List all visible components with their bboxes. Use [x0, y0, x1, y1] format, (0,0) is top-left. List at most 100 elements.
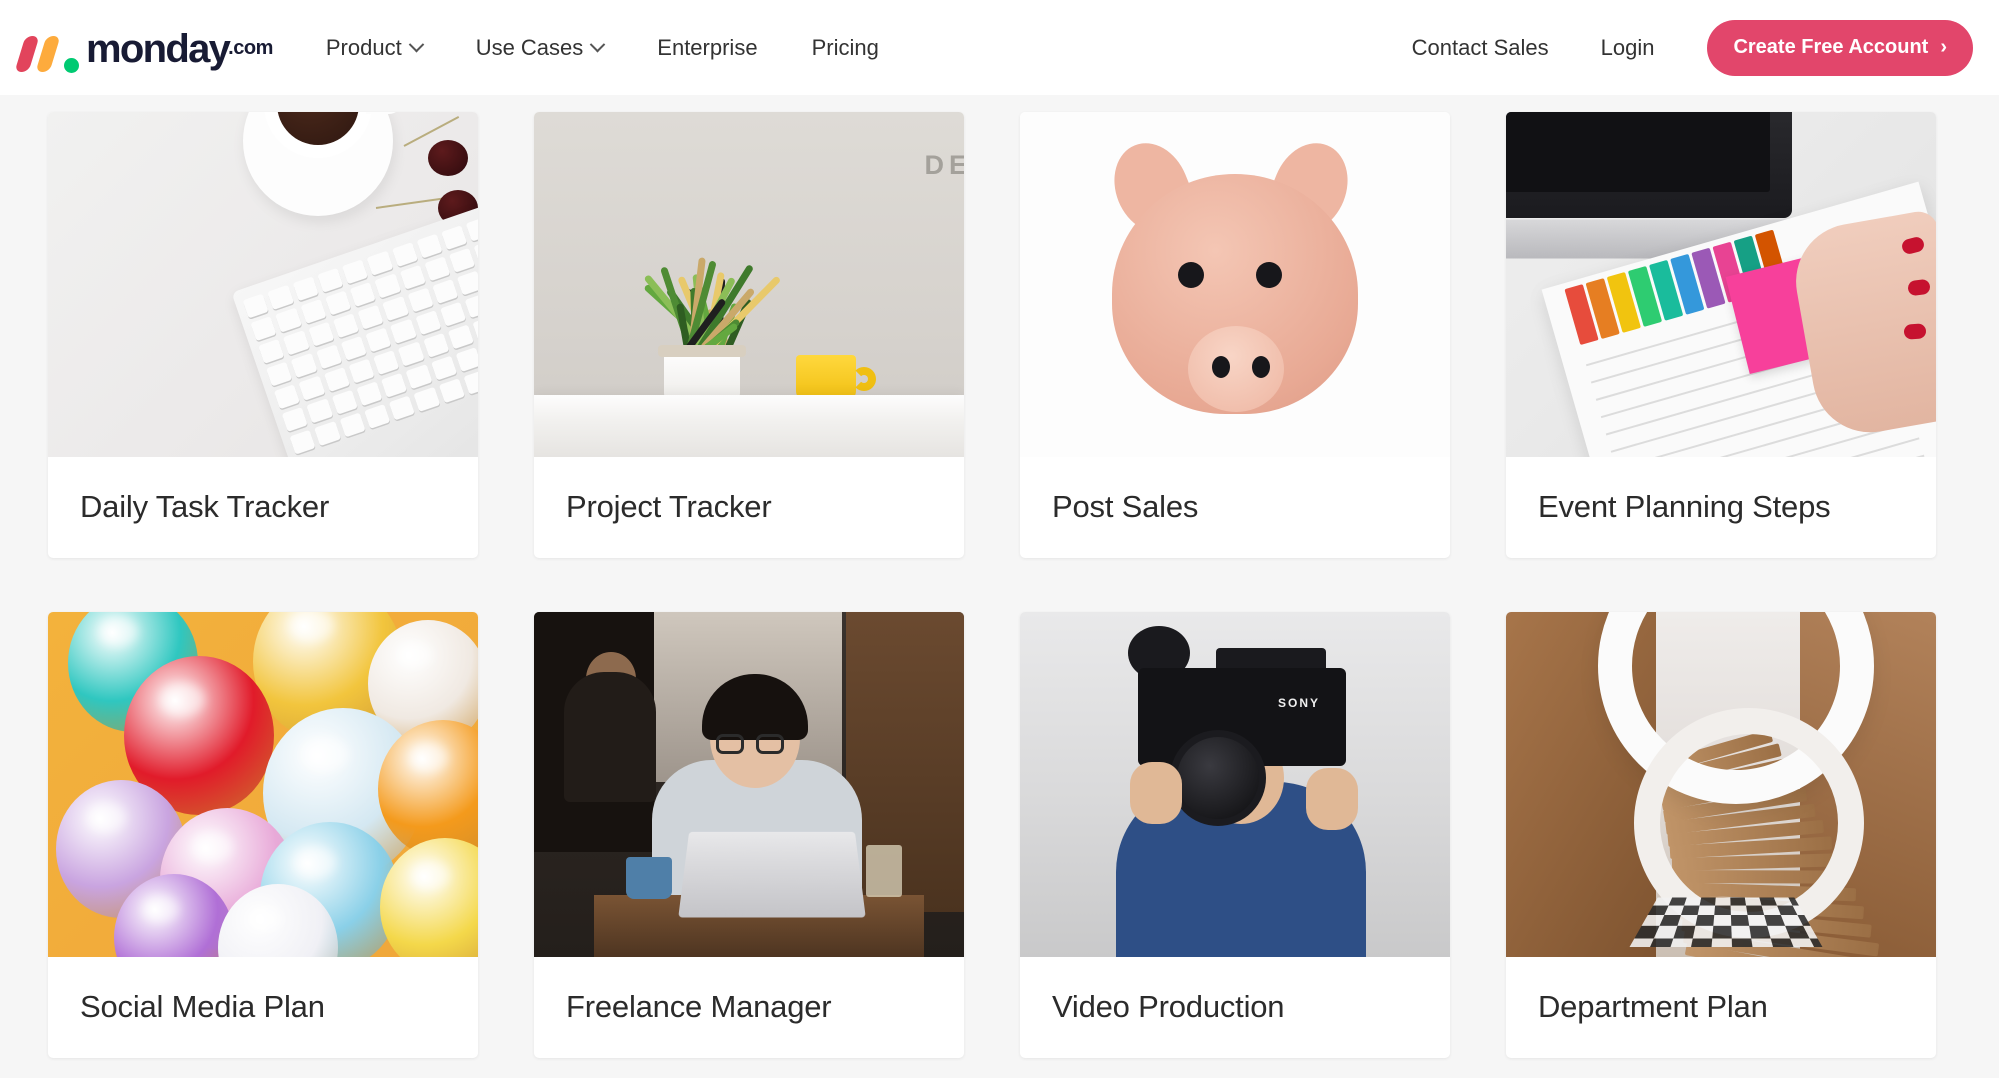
hand-shape	[1130, 762, 1182, 824]
keyboard-key	[358, 305, 384, 330]
keyboard-key	[243, 294, 269, 319]
keyboard-key	[448, 324, 474, 349]
keyboard-key	[299, 376, 325, 401]
nav-item-label: Product	[326, 37, 402, 59]
template-thumbnail-piggy-bank	[1020, 112, 1450, 457]
logo-dot-green-icon	[64, 58, 79, 73]
template-card-title: Post Sales	[1020, 457, 1450, 558]
keyboard-key	[449, 248, 475, 273]
laptop-shape	[678, 832, 866, 918]
keyboard-key	[316, 344, 342, 369]
keyboard-key	[331, 390, 357, 415]
logo-wordmark: monday	[86, 29, 229, 69]
eyeglasses-icon	[716, 734, 744, 754]
blue-mug-shape	[626, 857, 672, 899]
balloon-highlight	[143, 896, 179, 922]
template-thumbnail-staircase	[1506, 612, 1936, 957]
keyboard-key	[350, 282, 376, 307]
yellow-mug-handle-shape	[852, 367, 876, 391]
template-card-title: Department Plan	[1506, 957, 1936, 1058]
keyboard-key	[389, 395, 415, 420]
template-card[interactable]: Freelance Manager	[534, 612, 964, 1058]
keyboard-key	[398, 342, 424, 367]
keyboard-key	[258, 339, 284, 364]
template-thumbnail-event-planner	[1506, 112, 1936, 457]
keyboard-key	[267, 285, 293, 310]
chevron-down-icon	[590, 37, 606, 53]
template-card[interactable]: Department Plan	[1506, 612, 1936, 1058]
logo-slash-yellow-icon	[35, 36, 60, 72]
keyboard-key	[465, 293, 478, 318]
keyboard-key	[290, 430, 316, 455]
keyboard-key	[317, 268, 343, 293]
keyboard-key	[342, 259, 368, 284]
hand-shape	[1306, 768, 1358, 830]
templates-page: Daily Task Tracker DE Project Tracker Po…	[0, 95, 1999, 1078]
template-card-title: Social Media Plan	[48, 957, 478, 1058]
nav-item-label: Pricing	[812, 37, 879, 59]
keyboard-key	[399, 265, 425, 290]
nav-item-enterprise[interactable]: Enterprise	[630, 37, 784, 59]
keyboard-key	[424, 256, 450, 281]
templates-grid: Daily Task Tracker DE Project Tracker Po…	[48, 112, 1950, 1058]
create-free-account-button[interactable]: Create Free Account ›	[1707, 20, 1973, 76]
main-navigation: Product Use Cases Enterprise Pricing	[299, 37, 906, 59]
balloon-highlight	[411, 861, 450, 890]
cherry-shape	[428, 140, 468, 176]
keyboard-key	[274, 384, 300, 409]
template-card[interactable]: Event Planning Steps	[1506, 112, 1936, 558]
keyboard-key	[367, 251, 393, 276]
keyboard-key	[431, 356, 457, 381]
monday-logo-mark-icon	[20, 30, 82, 66]
keyboard-key	[457, 270, 478, 295]
cta-label: Create Free Account	[1733, 36, 1928, 59]
template-thumbnail-desk-coffee	[48, 112, 478, 457]
template-card[interactable]: DE Project Tracker	[534, 112, 964, 558]
pig-eye-shape	[1178, 262, 1204, 288]
keyboard-key	[456, 347, 478, 372]
drinking-glass-shape	[866, 845, 902, 897]
nav-item-product[interactable]: Product	[299, 37, 449, 59]
contact-sales-link[interactable]: Contact Sales	[1386, 35, 1575, 61]
wall-text-label: DE	[924, 150, 964, 181]
plant-pot-rim-shape	[658, 345, 746, 357]
laptop-shape	[1506, 112, 1792, 218]
laptop-screen-shape	[1506, 112, 1770, 192]
balloon-highlight	[409, 743, 448, 772]
template-card[interactable]: Social Media Plan	[48, 612, 478, 1058]
template-card[interactable]: Daily Task Tracker	[48, 112, 478, 558]
keyboard-key	[348, 359, 374, 384]
camera-brand-label: SONY	[1278, 696, 1320, 710]
chevron-down-icon	[408, 37, 424, 53]
site-header: monday .com Product Use Cases Enterprise…	[0, 0, 1999, 95]
logo-slash-red-icon	[14, 36, 39, 72]
keyboard-key	[423, 333, 449, 358]
wood-panel-shape	[846, 612, 964, 912]
balloon-highlight	[192, 832, 233, 862]
template-card[interactable]: SONY Video Production	[1020, 612, 1450, 1058]
keyboard-key	[432, 279, 458, 304]
keyboard-shape	[231, 195, 478, 457]
keyboard-key	[308, 322, 334, 347]
keyboard-key	[439, 378, 465, 403]
monday-logo[interactable]: monday .com	[20, 25, 274, 71]
keyboard-key	[473, 316, 478, 341]
nav-item-use-cases[interactable]: Use Cases	[449, 37, 631, 59]
template-card-title: Project Tracker	[534, 457, 964, 558]
nav-item-pricing[interactable]: Pricing	[785, 37, 906, 59]
template-card[interactable]: Post Sales	[1020, 112, 1450, 558]
keyboard-key	[291, 353, 317, 378]
keyboard-key	[364, 404, 390, 429]
camera-lens-shape	[1170, 730, 1266, 826]
login-link[interactable]: Login	[1575, 35, 1681, 61]
balloon-highlight	[99, 617, 138, 646]
checkered-floor-shape	[1630, 897, 1823, 946]
keyboard-key	[333, 313, 359, 338]
keyboard-key	[390, 319, 416, 344]
keyboard-key	[463, 370, 478, 395]
keyboard-key	[266, 362, 292, 387]
template-thumbnail-balloons	[48, 612, 478, 957]
balloon-highlight	[294, 847, 336, 878]
keyboard-key	[307, 398, 333, 423]
balloon-highlight	[397, 642, 433, 668]
